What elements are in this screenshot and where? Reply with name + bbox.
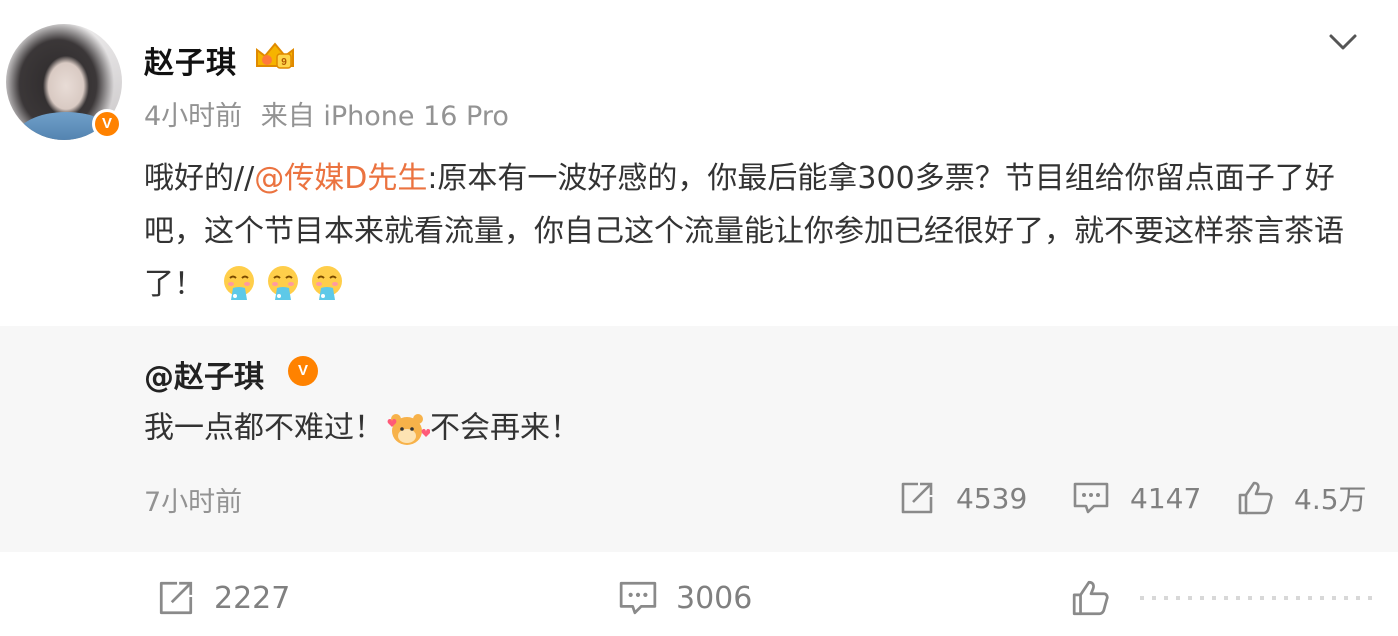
chevron-down-icon[interactable] bbox=[1326, 30, 1360, 54]
post-text-prefix: 哦好的// bbox=[144, 161, 255, 196]
quoted-text: 我一点都不难过！ 不会再来！ bbox=[144, 406, 580, 451]
quoted-like-count: 4.5万 bbox=[1294, 483, 1367, 516]
quoted-like-button[interactable]: 4.5万 bbox=[1236, 478, 1367, 518]
thumbs-up-icon bbox=[1072, 580, 1109, 616]
post-time: 4小时前 bbox=[144, 101, 243, 132]
action-bar: 2227 3006 bbox=[0, 560, 1398, 636]
post-meta: 4小时前 来自 iPhone 16 Pro bbox=[144, 94, 509, 133]
svg-text:9: 9 bbox=[281, 57, 287, 68]
comment-button[interactable]: 3006 bbox=[618, 576, 752, 620]
quoted-repost-count: 4539 bbox=[956, 481, 1028, 515]
repost-count: 2227 bbox=[214, 580, 291, 616]
comment-icon bbox=[619, 581, 657, 615]
puke-emoji-icon bbox=[311, 266, 342, 300]
quoted-post[interactable]: @赵子琪 V 我一点都不难过！ 不会再来！ 7小时前 4539 4147 4.5… bbox=[0, 326, 1398, 552]
quoted-text-part2: 不会再来！ bbox=[430, 410, 580, 446]
puke-emoji-icon bbox=[223, 266, 254, 300]
post-header: V 赵子琪 9 4小时前 来自 iPhone 16 Pro bbox=[0, 0, 1398, 150]
quoted-comment-count: 4147 bbox=[1130, 481, 1202, 515]
loading-dots-icon bbox=[1140, 596, 1372, 600]
member-crown-icon[interactable]: 9 bbox=[253, 40, 297, 74]
repost-icon bbox=[901, 482, 933, 514]
comment-count: 3006 bbox=[676, 580, 753, 616]
author-name[interactable]: 赵子琪 bbox=[144, 38, 237, 82]
comment-icon bbox=[1073, 482, 1109, 514]
post-text: 哦好的//@传媒D先生:原本有一波好感的，你最后能拿300多票？节目组给你留点面… bbox=[144, 152, 1364, 311]
verified-badge: V bbox=[92, 109, 122, 139]
quoted-repost-button[interactable]: 4539 bbox=[898, 478, 1027, 518]
thumbs-up-icon bbox=[1238, 481, 1273, 515]
mention-link[interactable]: @传媒D先生 bbox=[254, 161, 427, 196]
post-source: 来自 iPhone 16 Pro bbox=[260, 101, 509, 132]
repost-button[interactable]: 2227 bbox=[156, 576, 290, 620]
quoted-time: 7小时前 bbox=[144, 487, 243, 518]
quoted-comment-button[interactable]: 4147 bbox=[1072, 478, 1201, 518]
puke-emoji-icon bbox=[267, 266, 298, 300]
verified-badge-small: V bbox=[288, 356, 318, 386]
quoted-author[interactable]: @赵子琪 bbox=[144, 352, 264, 396]
hamster-emoji-icon bbox=[387, 413, 430, 445]
quoted-text-part1: 我一点都不难过！ bbox=[144, 410, 384, 446]
repost-icon bbox=[159, 581, 193, 615]
